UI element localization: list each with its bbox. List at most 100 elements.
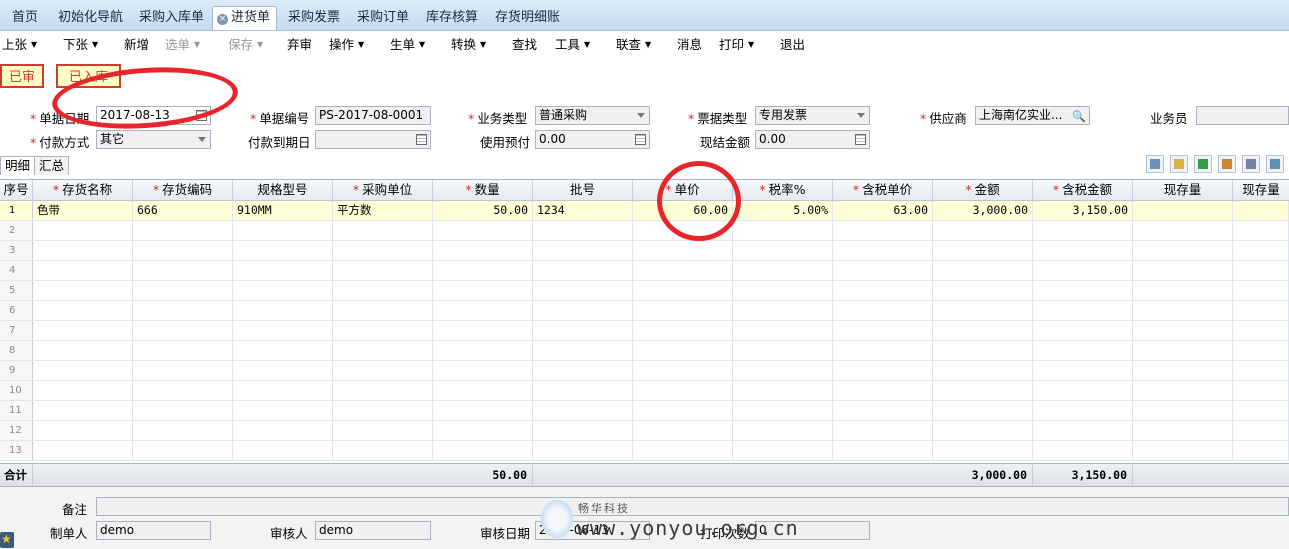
table-cell[interactable] <box>333 301 433 320</box>
generate-button[interactable]: 生单 ▼ <box>390 34 425 53</box>
col-header[interactable]: * 存货编码 <box>133 180 233 200</box>
table-cell[interactable] <box>1133 221 1233 240</box>
due-date-field[interactable] <box>315 130 431 149</box>
table-cell[interactable] <box>33 281 133 300</box>
table-cell[interactable] <box>633 321 733 340</box>
table-cell[interactable] <box>33 381 133 400</box>
link-query-button[interactable]: 联查 ▼ <box>616 34 651 53</box>
table-cell[interactable] <box>133 281 233 300</box>
table-cell[interactable] <box>1133 261 1233 280</box>
table-cell[interactable] <box>1233 261 1289 280</box>
col-header[interactable]: 序号 <box>0 180 33 200</box>
table-cell[interactable] <box>33 321 133 340</box>
close-icon[interactable]: × <box>217 14 228 25</box>
table-cell[interactable] <box>533 361 633 380</box>
next-button[interactable]: 下张 ▼ <box>63 34 98 53</box>
tab-purchase-receipt[interactable]: × 进货单 <box>212 6 278 30</box>
prev-button[interactable]: 上张 ▼ <box>2 34 37 53</box>
table-cell[interactable] <box>633 341 733 360</box>
table-row[interactable]: 4 <box>0 261 1289 281</box>
table-cell[interactable] <box>333 441 433 460</box>
salesperson-field[interactable] <box>1196 106 1289 125</box>
table-cell[interactable] <box>633 241 733 260</box>
table-cell[interactable] <box>533 341 633 360</box>
table-cell[interactable]: 1234 <box>533 201 633 220</box>
col-header[interactable]: * 含税金额 <box>1033 180 1133 200</box>
table-cell[interactable] <box>1233 221 1289 240</box>
table-cell[interactable] <box>733 381 833 400</box>
table-cell[interactable] <box>1233 201 1289 220</box>
invoice-type-select[interactable]: 专用发票 <box>755 106 870 125</box>
col-header[interactable]: * 存货名称 <box>33 180 133 200</box>
table-cell[interactable] <box>233 381 333 400</box>
col-header[interactable]: * 单价 <box>633 180 733 200</box>
table-cell[interactable] <box>933 421 1033 440</box>
table-cell[interactable] <box>1133 421 1233 440</box>
biz-type-select[interactable]: 普通采购 <box>535 106 650 125</box>
people-icon[interactable] <box>1218 155 1236 173</box>
table-cell[interactable] <box>133 321 233 340</box>
table-cell[interactable] <box>1133 361 1233 380</box>
col-header[interactable]: * 含税单价 <box>833 180 933 200</box>
table-cell[interactable] <box>533 421 633 440</box>
calendar-icon[interactable] <box>196 110 207 121</box>
search-icon[interactable]: 🔍 <box>1072 108 1086 124</box>
table-cell[interactable] <box>733 321 833 340</box>
table-cell[interactable] <box>733 441 833 460</box>
table-cell[interactable] <box>1033 281 1133 300</box>
table-cell[interactable] <box>733 281 833 300</box>
table-cell[interactable]: 60.00 <box>633 201 733 220</box>
tab-init-nav[interactable]: 初始化导航 <box>58 7 123 29</box>
table-row[interactable]: 5 <box>0 281 1289 301</box>
table-cell[interactable] <box>833 321 933 340</box>
table-cell[interactable]: 666 <box>133 201 233 220</box>
table-row[interactable]: 11 <box>0 401 1289 421</box>
calendar-icon[interactable] <box>416 134 427 145</box>
table-cell[interactable] <box>1233 421 1289 440</box>
prepay-field[interactable]: 0.00 <box>535 130 650 149</box>
table-cell[interactable] <box>633 421 733 440</box>
table-cell[interactable] <box>733 221 833 240</box>
table-cell[interactable] <box>233 301 333 320</box>
table-cell[interactable] <box>1233 361 1289 380</box>
table-cell[interactable] <box>533 301 633 320</box>
table-cell[interactable] <box>633 301 733 320</box>
tab-purchase-order[interactable]: 采购订单 <box>357 7 409 29</box>
table-row[interactable]: 12 <box>0 421 1289 441</box>
table-cell[interactable] <box>433 421 533 440</box>
table-cell[interactable] <box>933 361 1033 380</box>
table-cell[interactable] <box>233 441 333 460</box>
table-cell[interactable] <box>433 261 533 280</box>
calculator-icon[interactable] <box>855 134 866 145</box>
table-cell[interactable] <box>433 301 533 320</box>
table-cell[interactable] <box>833 441 933 460</box>
table-cell[interactable] <box>633 221 733 240</box>
table-cell[interactable] <box>533 261 633 280</box>
table-row[interactable]: 8 <box>0 341 1289 361</box>
table-cell[interactable] <box>33 341 133 360</box>
table-cell[interactable] <box>333 401 433 420</box>
table-cell[interactable] <box>33 361 133 380</box>
table-cell[interactable] <box>133 301 233 320</box>
col-header[interactable]: 批号 <box>533 180 633 200</box>
table-cell[interactable] <box>633 261 733 280</box>
table-cell[interactable] <box>233 321 333 340</box>
calculator-icon[interactable] <box>635 134 646 145</box>
table-cell[interactable] <box>333 261 433 280</box>
table-cell[interactable] <box>833 301 933 320</box>
table-cell[interactable] <box>1033 321 1133 340</box>
tab-purchase-inbound[interactable]: 采购入库单 <box>139 7 204 29</box>
tab-inventory-ledger[interactable]: 存货明细账 <box>495 7 560 29</box>
table-cell[interactable] <box>1233 241 1289 260</box>
table-cell[interactable] <box>233 361 333 380</box>
table-cell[interactable] <box>33 241 133 260</box>
col-header[interactable]: * 金额 <box>933 180 1033 200</box>
table-cell[interactable] <box>533 321 633 340</box>
table-cell[interactable] <box>833 281 933 300</box>
table-cell[interactable] <box>1033 241 1133 260</box>
table-cell[interactable] <box>433 341 533 360</box>
table-cell[interactable] <box>933 301 1033 320</box>
remark-field[interactable] <box>96 497 1289 516</box>
table-cell[interactable] <box>233 241 333 260</box>
table-cell[interactable] <box>333 361 433 380</box>
